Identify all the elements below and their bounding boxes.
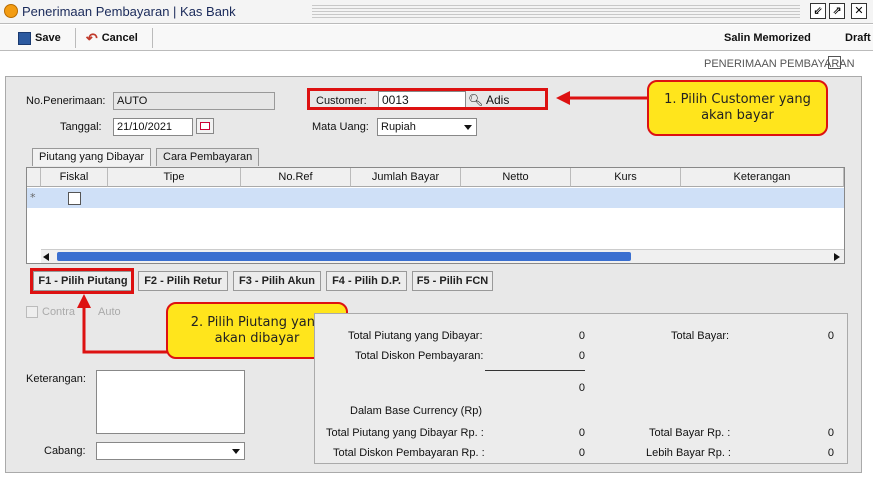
calendar-icon[interactable] (196, 118, 214, 134)
total-diskon-rp-label: Total Diskon Pembayaran Rp. : (333, 447, 485, 459)
keterangan-textarea[interactable] (96, 370, 245, 434)
floppy-disk-icon (18, 31, 31, 45)
column-header-keterangan[interactable]: Keterangan (681, 168, 844, 187)
salin-memorized-button[interactable]: Salin Memorized (724, 29, 811, 47)
total-bayar-value: 0 (827, 330, 834, 342)
callout-arrow-2 (77, 294, 168, 354)
scroll-right-icon[interactable] (834, 253, 840, 261)
title-bar-grip (312, 5, 800, 18)
column-header-kurs[interactable]: Kurs (571, 168, 681, 187)
chevron-down-icon (464, 125, 472, 130)
row-marker: * (30, 191, 36, 204)
mata-uang-label: Mata Uang: (312, 121, 369, 133)
lebih-bayar-rp-label: Lebih Bayar Rp. : (646, 447, 731, 459)
scroll-left-icon[interactable] (43, 253, 49, 261)
undo-arrow-icon: ↶ (86, 29, 98, 46)
column-header-tipe[interactable]: Tipe (108, 168, 241, 187)
cabang-select[interactable] (96, 442, 245, 460)
no-penerimaan-field: AUTO (113, 92, 275, 110)
column-header-jumlah-bayar[interactable]: Jumlah Bayar (351, 168, 461, 187)
total-diskon-rp-value: 0 (578, 447, 585, 459)
callout-arrow-1 (556, 91, 649, 105)
chevron-down-icon (232, 449, 240, 454)
scrollbar-thumb[interactable] (57, 252, 631, 261)
app-icon (4, 4, 18, 18)
toolbar-divider (152, 28, 153, 48)
column-header-noref[interactable]: No.Ref (241, 168, 351, 187)
lebih-bayar-rp-value: 0 (827, 447, 834, 459)
fiskal-checkbox[interactable] (68, 192, 81, 205)
minimize-icon[interactable]: ⇙ (810, 3, 826, 19)
mata-uang-select[interactable]: Rupiah (377, 118, 477, 136)
total-diskon-value: 0 (578, 350, 585, 362)
total-piutang-label: Total Piutang yang Dibayar: (348, 330, 483, 342)
pilih-akun-button[interactable]: F3 - Pilih Akun (233, 271, 321, 291)
summary-divider (485, 370, 585, 371)
save-button[interactable]: Save (18, 29, 61, 47)
tab-cara-pembayaran[interactable]: Cara Pembayaran (156, 148, 260, 166)
total-piutang-rp-value: 0 (578, 427, 585, 439)
keterangan-label: Keterangan: (26, 373, 86, 385)
total-piutang-rp-label: Total Piutang yang Dibayar Rp. : (326, 427, 484, 439)
cancel-button[interactable]: ↶ Cancel (86, 29, 138, 47)
section-title: PENERIMAAN PEMBAYARAN (704, 58, 855, 70)
base-currency-label: Dalam Base Currency (Rp) (350, 405, 483, 417)
mata-uang-value: Rupiah (381, 121, 416, 133)
window-title: Penerimaan Pembayaran | Kas Bank (22, 4, 236, 19)
pilih-piutang-highlight-box (30, 268, 134, 294)
no-penerimaan-label: No.Penerimaan: (26, 95, 106, 107)
tab-piutang-dibayar[interactable]: Piutang yang Dibayar (32, 148, 152, 166)
total-bayar-rp-value: 0 (827, 427, 834, 439)
save-label: Save (35, 32, 61, 44)
tanggal-label: Tanggal: (60, 121, 102, 133)
customer-highlight-box (307, 88, 548, 110)
table-row[interactable]: * (27, 188, 844, 208)
horizontal-scrollbar[interactable] (41, 249, 844, 263)
callout-pilih-customer: 1. Pilih Customer yang akan bayar (647, 80, 828, 136)
total-bayar-label: Total Bayar: (671, 330, 730, 342)
draft-label: Draft (845, 32, 871, 44)
cabang-label: Cabang: (44, 445, 86, 457)
close-icon[interactable]: ✕ (851, 3, 867, 19)
cancel-label: Cancel (101, 32, 138, 44)
pilih-dp-button[interactable]: F4 - Pilih D.P. (326, 271, 407, 291)
total-diskon-label: Total Diskon Pembayaran: (355, 350, 484, 362)
maximize-icon[interactable]: ⇗ (829, 3, 845, 19)
pilih-fcn-button[interactable]: F5 - Pilih FCN (412, 271, 493, 291)
column-header-fiskal[interactable]: Fiskal (41, 168, 108, 187)
table-row-header-corner (27, 168, 41, 187)
contra-checkbox[interactable] (26, 306, 38, 318)
tanggal-field[interactable]: 21/10/2021 (113, 118, 193, 136)
toolbar-divider (75, 28, 76, 48)
title-bar: Penerimaan Pembayaran | Kas Bank ⇙ ⇗ ✕ (0, 0, 873, 24)
column-header-netto[interactable]: Netto (461, 168, 571, 187)
total-piutang-value: 0 (578, 330, 585, 342)
toolbar: Save ↶ Cancel Salin Memorized Draft (0, 25, 873, 69)
subtotal-value: 0 (578, 382, 585, 394)
total-bayar-rp-label: Total Bayar Rp. : (649, 427, 731, 439)
piutang-table: Fiskal Tipe No.Ref Jumlah Bayar Netto Ku… (26, 167, 845, 264)
pilih-retur-button[interactable]: F2 - Pilih Retur (138, 271, 228, 291)
